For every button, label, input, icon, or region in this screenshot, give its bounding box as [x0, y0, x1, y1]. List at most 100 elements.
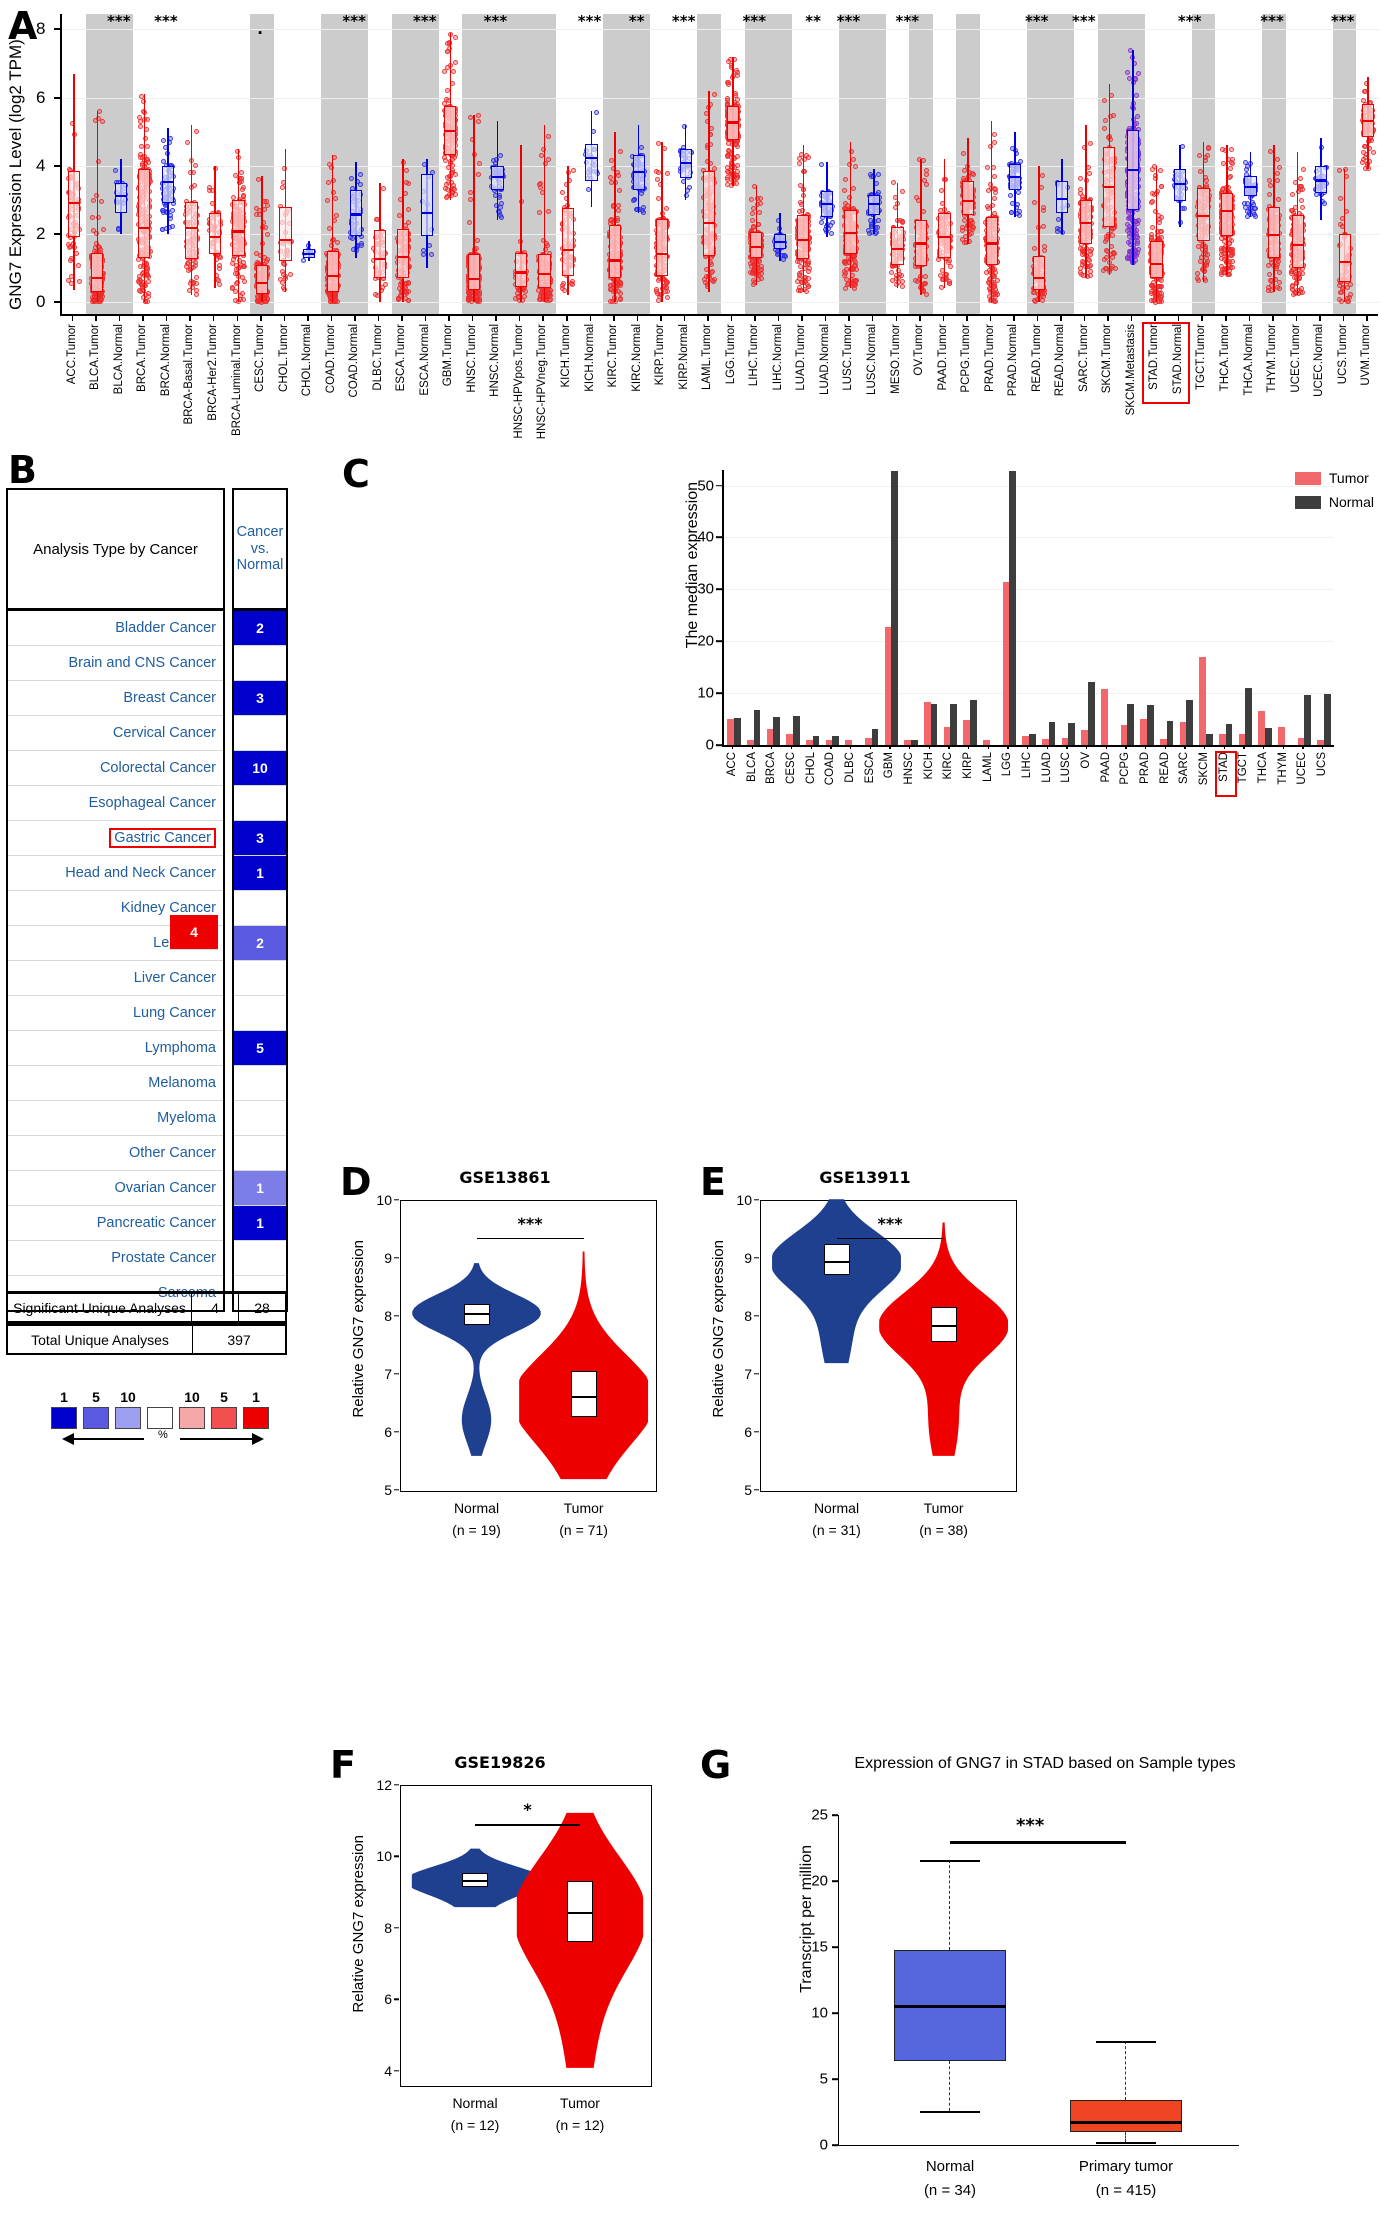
panel-a-box [208, 213, 222, 255]
panel-a-median-line [656, 252, 669, 255]
panel-a-data-point [607, 174, 613, 180]
panel-a-data-point [499, 214, 505, 220]
panel-a-data-point [325, 179, 331, 185]
panel-a-data-point [725, 82, 731, 88]
panel-a-median-line [232, 230, 245, 233]
panel-a-tcga-boxplot: A GNG7 Expression Level (log2 TPM) 02468… [0, 0, 1390, 440]
panel-a-median-line [1056, 198, 1069, 201]
panel-a-data-point [427, 242, 433, 248]
panel-a-data-point [749, 217, 755, 223]
panel-a-data-point [654, 176, 660, 182]
panel-a-median-line [703, 221, 716, 225]
panel-a-box [420, 174, 433, 236]
panel-a-median-line [444, 129, 457, 133]
panel-a-data-point [403, 179, 409, 185]
panel-a-median-line [585, 157, 598, 160]
panel-a-median-line [679, 162, 692, 165]
panel-a-data-point [428, 252, 434, 258]
panel-a-data-point [99, 198, 105, 204]
panel-a-data-point [758, 271, 764, 277]
panel-a-data-point [263, 224, 269, 230]
panel-a-data-point [656, 195, 662, 201]
panel-a-median-line [1009, 175, 1022, 179]
panel-a-median-line [279, 239, 292, 242]
panel-a-data-point [324, 198, 330, 204]
panel-a-median-line [161, 181, 175, 184]
panel-a-median-line [138, 227, 151, 230]
panel-a-data-point [712, 91, 718, 97]
panel-a-data-point [853, 163, 859, 169]
panel-a-box [326, 250, 339, 292]
panel-a-box [138, 169, 151, 258]
panel-a-box [561, 208, 575, 277]
panel-a-data-point [475, 113, 481, 119]
panel-a-box [1032, 256, 1045, 291]
panel-a-data-point [536, 209, 542, 215]
panel-a-median-line [891, 247, 904, 250]
panel-a-data-point [796, 155, 802, 161]
panel-a-box [161, 165, 175, 204]
panel-a-data-point [160, 138, 166, 144]
panel-a-data-point [112, 167, 118, 173]
panel-a-median-line [608, 259, 622, 262]
panel-a-median-line [797, 239, 810, 242]
panel-a-gridline [62, 165, 1380, 167]
panel-a-y-axis-label: GNG7 Expression Level (log2 TPM) [6, 39, 25, 310]
panel-a-data-point [923, 168, 929, 174]
panel-a-data-point [711, 276, 717, 282]
panel-a-data-point [875, 224, 881, 230]
panel-a-data-point [476, 118, 482, 124]
panel-a-data-point [476, 171, 482, 177]
panel-a-data-point [946, 279, 952, 285]
panel-a-data-point [1087, 263, 1093, 269]
panel-a-box [656, 218, 669, 277]
panel-a-box [585, 143, 598, 182]
panel-a-data-point [1039, 291, 1045, 297]
panel-a-median-line [1126, 169, 1139, 172]
panel-a-median-line [962, 199, 975, 202]
panel-a-data-point [921, 280, 927, 286]
panel-a-data-point [452, 34, 458, 40]
panel-a-data-point [100, 226, 106, 232]
panel-a-data-point [193, 280, 199, 286]
panel-a-data-point [617, 187, 623, 193]
panel-a-data-point [889, 277, 895, 283]
panel-a-gridline [62, 233, 1380, 235]
panel-a-data-point [1077, 175, 1083, 181]
panel-a-data-point [664, 279, 670, 285]
panel-a-data-point [238, 169, 244, 175]
panel-a-data-point [170, 207, 176, 213]
panel-a-median-line [491, 175, 504, 179]
panel-a-data-point [442, 186, 448, 192]
panel-a-median-line [350, 213, 363, 216]
panel-a-data-point [1054, 229, 1060, 235]
panel-a-data-point [842, 176, 848, 182]
panel-a-median-line [820, 203, 834, 206]
panel-a-data-point [1086, 171, 1092, 177]
panel-a-data-point [239, 262, 245, 268]
panel-a-data-point [1148, 298, 1154, 304]
panel-a-data-point [630, 197, 636, 203]
panel-a-data-point [144, 143, 150, 149]
panel-a-whisker [990, 121, 993, 303]
panel-a-data-point [239, 290, 245, 296]
panel-a-data-point [734, 96, 740, 102]
panel-a-data-point [1055, 216, 1061, 222]
panel-a-data-point [264, 256, 270, 262]
panel-a-box [114, 182, 127, 214]
panel-a-data-point [687, 184, 693, 190]
panel-a-data-point [1135, 113, 1141, 119]
panel-a-data-point [192, 162, 198, 168]
panel-a-data-point [843, 200, 849, 206]
panel-a-data-point [1103, 117, 1109, 123]
panel-a-median-line [420, 211, 433, 214]
panel-a-data-point [231, 256, 237, 262]
panel-a-median-line [914, 242, 928, 245]
panel-a-data-point [749, 263, 754, 269]
panel-a-data-point [1158, 167, 1164, 173]
panel-a-data-point [138, 123, 144, 129]
panel-a-data-point [559, 190, 565, 196]
panel-a-data-point [1124, 221, 1130, 227]
panel-a-data-point [781, 252, 787, 258]
panel-a-median-line [326, 274, 339, 277]
